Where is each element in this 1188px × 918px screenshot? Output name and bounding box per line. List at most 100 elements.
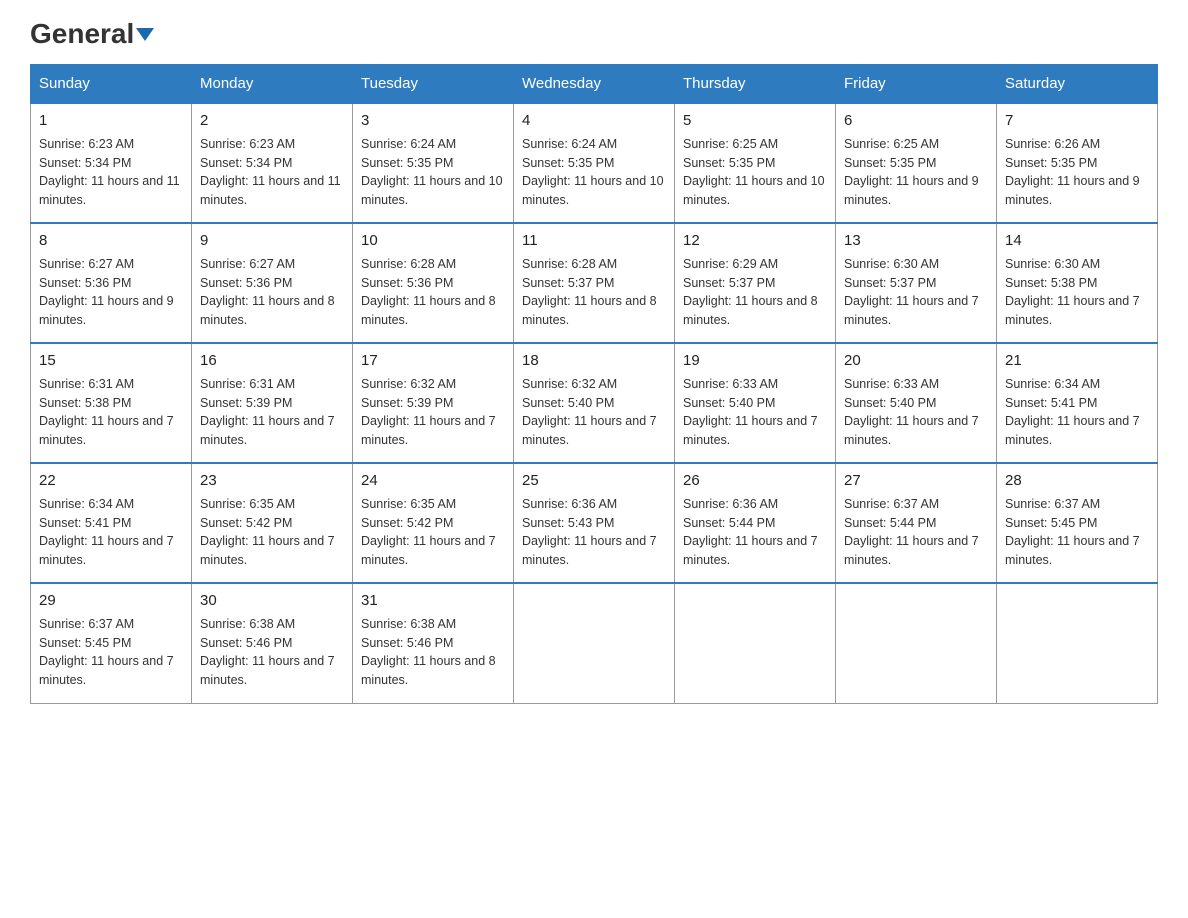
day-info: Sunrise: 6:31 AMSunset: 5:38 PMDaylight:… [39,377,174,448]
day-number: 22 [39,470,183,492]
table-row: 5 Sunrise: 6:25 AMSunset: 5:35 PMDaylight… [675,103,836,223]
table-row: 17Sunrise: 6:32 AMSunset: 5:39 PMDayligh… [353,343,514,463]
day-number: 23 [200,470,344,492]
table-row: 30 Sunrise: 6:38 AMSunset: 5:46 PMDayligh… [192,583,353,703]
table-row: 25 Sunrise: 6:36 AMSunset: 5:43 PMDayligh… [514,463,675,583]
logo: General [30,20,154,48]
table-row: 7 Sunrise: 6:26 AMSunset: 5:35 PMDaylight… [997,103,1158,223]
table-row: 2 Sunrise: 6:23 AMSunset: 5:34 PMDaylight… [192,103,353,223]
day-info: Sunrise: 6:37 AMSunset: 5:44 PMDaylight:… [844,497,979,568]
day-number: 1 [39,110,183,132]
table-row: 18 Sunrise: 6:32 AMSunset: 5:40 PMDayligh… [514,343,675,463]
day-info: Sunrise: 6:24 AMSunset: 5:35 PMDaylight:… [522,137,664,208]
day-number: 13 [844,230,988,252]
day-number: 15 [39,350,183,372]
day-number: 30 [200,590,344,612]
header-saturday: Saturday [997,65,1158,104]
day-info: Sunrise: 6:29 AMSunset: 5:37 PMDaylight:… [683,257,818,328]
table-row: 27Sunrise: 6:37 AMSunset: 5:44 PMDayligh… [836,463,997,583]
day-info: Sunrise: 6:33 AMSunset: 5:40 PMDaylight:… [844,377,979,448]
day-number: 21 [1005,350,1149,372]
day-info: Sunrise: 6:37 AMSunset: 5:45 PMDaylight:… [39,617,174,688]
day-info: Sunrise: 6:31 AMSunset: 5:39 PMDaylight:… [200,377,335,448]
table-row: 21 Sunrise: 6:34 AMSunset: 5:41 PMDayligh… [997,343,1158,463]
table-row: 11 Sunrise: 6:28 AMSunset: 5:37 PMDayligh… [514,223,675,343]
day-number: 28 [1005,470,1149,492]
week-row-4: 22Sunrise: 6:34 AMSunset: 5:41 PMDayligh… [31,463,1158,583]
day-number: 20 [844,350,988,372]
calendar-table: SundayMondayTuesdayWednesdayThursdayFrid… [30,64,1158,704]
day-info: Sunrise: 6:38 AMSunset: 5:46 PMDaylight:… [200,617,335,688]
table-row [997,583,1158,703]
header-wednesday: Wednesday [514,65,675,104]
table-row [836,583,997,703]
day-info: Sunrise: 6:30 AMSunset: 5:37 PMDaylight:… [844,257,979,328]
table-row: 12 Sunrise: 6:29 AMSunset: 5:37 PMDayligh… [675,223,836,343]
day-info: Sunrise: 6:35 AMSunset: 5:42 PMDaylight:… [361,497,496,568]
day-number: 9 [200,230,344,252]
day-number: 3 [361,110,505,132]
table-row: 9 Sunrise: 6:27 AMSunset: 5:36 PMDaylight… [192,223,353,343]
table-row: 8 Sunrise: 6:27 AMSunset: 5:36 PMDaylight… [31,223,192,343]
day-number: 26 [683,470,827,492]
day-info: Sunrise: 6:33 AMSunset: 5:40 PMDaylight:… [683,377,818,448]
day-number: 6 [844,110,988,132]
day-number: 11 [522,230,666,252]
day-info: Sunrise: 6:28 AMSunset: 5:36 PMDaylight:… [361,257,496,328]
header-tuesday: Tuesday [353,65,514,104]
day-number: 10 [361,230,505,252]
header-sunday: Sunday [31,65,192,104]
logo-arrow-icon [136,28,154,41]
calendar-header-row: SundayMondayTuesdayWednesdayThursdayFrid… [31,65,1158,104]
table-row: 20 Sunrise: 6:33 AMSunset: 5:40 PMDayligh… [836,343,997,463]
day-info: Sunrise: 6:25 AMSunset: 5:35 PMDaylight:… [683,137,825,208]
table-row: 14Sunrise: 6:30 AMSunset: 5:38 PMDayligh… [997,223,1158,343]
table-row: 1 Sunrise: 6:23 AMSunset: 5:34 PMDaylight… [31,103,192,223]
table-row: 19Sunrise: 6:33 AMSunset: 5:40 PMDayligh… [675,343,836,463]
day-number: 7 [1005,110,1149,132]
day-info: Sunrise: 6:27 AMSunset: 5:36 PMDaylight:… [39,257,174,328]
day-number: 14 [1005,230,1149,252]
day-info: Sunrise: 6:28 AMSunset: 5:37 PMDaylight:… [522,257,657,328]
table-row: 28Sunrise: 6:37 AMSunset: 5:45 PMDayligh… [997,463,1158,583]
day-info: Sunrise: 6:34 AMSunset: 5:41 PMDaylight:… [1005,377,1140,448]
day-number: 5 [683,110,827,132]
day-number: 8 [39,230,183,252]
day-info: Sunrise: 6:23 AMSunset: 5:34 PMDaylight:… [39,137,180,208]
table-row: 24 Sunrise: 6:35 AMSunset: 5:42 PMDayligh… [353,463,514,583]
day-number: 18 [522,350,666,372]
table-row: 15 Sunrise: 6:31 AMSunset: 5:38 PMDayligh… [31,343,192,463]
table-row: 16 Sunrise: 6:31 AMSunset: 5:39 PMDayligh… [192,343,353,463]
day-number: 16 [200,350,344,372]
table-row: 26 Sunrise: 6:36 AMSunset: 5:44 PMDayligh… [675,463,836,583]
day-number: 24 [361,470,505,492]
day-number: 25 [522,470,666,492]
table-row: 6Sunrise: 6:25 AMSunset: 5:35 PMDaylight… [836,103,997,223]
day-info: Sunrise: 6:36 AMSunset: 5:44 PMDaylight:… [683,497,818,568]
day-info: Sunrise: 6:32 AMSunset: 5:40 PMDaylight:… [522,377,657,448]
week-row-3: 15 Sunrise: 6:31 AMSunset: 5:38 PMDayligh… [31,343,1158,463]
header-thursday: Thursday [675,65,836,104]
table-row: 29Sunrise: 6:37 AMSunset: 5:45 PMDayligh… [31,583,192,703]
day-info: Sunrise: 6:26 AMSunset: 5:35 PMDaylight:… [1005,137,1140,208]
table-row: 13 Sunrise: 6:30 AMSunset: 5:37 PMDayligh… [836,223,997,343]
day-info: Sunrise: 6:24 AMSunset: 5:35 PMDaylight:… [361,137,503,208]
day-number: 4 [522,110,666,132]
table-row: 22Sunrise: 6:34 AMSunset: 5:41 PMDayligh… [31,463,192,583]
header-monday: Monday [192,65,353,104]
day-info: Sunrise: 6:32 AMSunset: 5:39 PMDaylight:… [361,377,496,448]
week-row-2: 8 Sunrise: 6:27 AMSunset: 5:36 PMDaylight… [31,223,1158,343]
day-number: 12 [683,230,827,252]
day-info: Sunrise: 6:38 AMSunset: 5:46 PMDaylight:… [361,617,496,688]
header-friday: Friday [836,65,997,104]
logo-text: General [30,20,154,48]
day-info: Sunrise: 6:36 AMSunset: 5:43 PMDaylight:… [522,497,657,568]
day-info: Sunrise: 6:27 AMSunset: 5:36 PMDaylight:… [200,257,335,328]
table-row [514,583,675,703]
page-header: General [30,20,1158,48]
table-row: 10 Sunrise: 6:28 AMSunset: 5:36 PMDayligh… [353,223,514,343]
week-row-1: 1 Sunrise: 6:23 AMSunset: 5:34 PMDaylight… [31,103,1158,223]
day-info: Sunrise: 6:23 AMSunset: 5:34 PMDaylight:… [200,137,341,208]
day-info: Sunrise: 6:35 AMSunset: 5:42 PMDaylight:… [200,497,335,568]
day-number: 2 [200,110,344,132]
